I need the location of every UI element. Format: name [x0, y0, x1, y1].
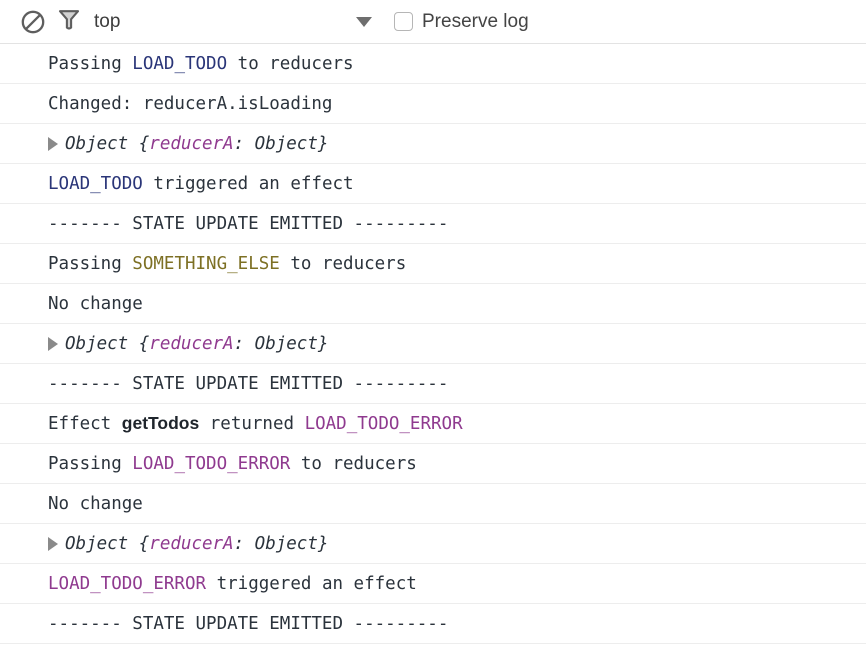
preserve-log-checkbox[interactable]	[394, 12, 413, 31]
clear-console-button[interactable]	[14, 3, 52, 41]
console-object-row[interactable]: Object {reducerA: Object}	[0, 324, 866, 364]
console-log-row: Passing LOAD_TODO to reducers	[0, 44, 866, 84]
log-token: ------- STATE UPDATE EMITTED ---------	[48, 613, 449, 634]
log-token: Passing	[48, 453, 133, 474]
log-token: SOMETHING_ELSE	[132, 253, 280, 274]
log-token: LOAD_TODO_ERROR	[304, 413, 463, 434]
log-token: returned	[199, 413, 305, 434]
disclosure-triangle-icon[interactable]	[48, 536, 58, 551]
preserve-log-toggle[interactable]: Preserve log	[394, 11, 529, 33]
console-log-list: Passing LOAD_TODO to reducers Changed: re…	[0, 44, 866, 644]
preserve-log-label: Preserve log	[422, 10, 529, 32]
console-log-row: No change	[0, 284, 866, 324]
console-log-row: LOAD_TODO_ERROR triggered an effect	[0, 564, 866, 604]
log-token: getTodos	[121, 413, 200, 433]
log-token: : Object}	[233, 133, 329, 154]
console-log-row: ------- STATE UPDATE EMITTED ---------	[0, 604, 866, 644]
log-token: LOAD_TODO	[132, 53, 228, 74]
log-token: ------- STATE UPDATE EMITTED ---------	[48, 213, 449, 234]
log-token: ------- STATE UPDATE EMITTED ---------	[48, 373, 449, 394]
log-token: Passing	[48, 53, 133, 74]
console-log-row: Passing SOMETHING_ELSE to reducers	[0, 244, 866, 284]
console-log-row: ------- STATE UPDATE EMITTED ---------	[0, 364, 866, 404]
log-token: reducerA	[149, 133, 234, 154]
log-token: reducerA	[149, 333, 234, 354]
console-log-row: LOAD_TODO triggered an effect	[0, 164, 866, 204]
log-token: LOAD_TODO_ERROR	[132, 453, 291, 474]
log-token: to reducers	[290, 453, 417, 474]
context-selector[interactable]: top	[94, 7, 378, 37]
chevron-down-icon	[356, 16, 372, 27]
log-token: Effect	[48, 413, 122, 434]
log-token: reducerA	[149, 533, 234, 554]
console-log-row: No change	[0, 484, 866, 524]
filter-button[interactable]	[56, 6, 82, 37]
context-selector-value: top	[94, 11, 121, 32]
disclosure-triangle-icon[interactable]	[48, 336, 58, 351]
log-token: to reducers	[227, 53, 354, 74]
log-token: to reducers	[279, 253, 407, 274]
console-object-row[interactable]: Object {reducerA: Object}	[0, 124, 866, 164]
log-token: : Object}	[233, 333, 329, 354]
log-token: Object {	[65, 133, 150, 154]
log-token: Object {	[65, 533, 150, 554]
log-token: Passing	[48, 253, 133, 274]
log-token: triggered an effect	[142, 173, 354, 194]
log-token: triggered an effect	[206, 573, 417, 594]
log-token: No change	[48, 293, 143, 314]
ban-circle-icon	[20, 9, 46, 35]
console-log-row: Changed: reducerA.isLoading	[0, 84, 866, 124]
filter-funnel-icon	[56, 6, 82, 37]
log-token: LOAD_TODO	[48, 173, 143, 194]
log-token: Object {	[65, 333, 150, 354]
log-token: LOAD_TODO_ERROR	[48, 573, 207, 594]
console-object-row[interactable]: Object {reducerA: Object}	[0, 524, 866, 564]
log-token: No change	[48, 493, 143, 514]
log-token: : Object}	[233, 533, 329, 554]
console-log-row: Passing LOAD_TODO_ERROR to reducers	[0, 444, 866, 484]
console-log-row: Effect getTodos returned LOAD_TODO_ERROR	[0, 404, 866, 444]
console-toolbar: top Preserve log	[0, 0, 866, 44]
console-log-row: ------- STATE UPDATE EMITTED ---------	[0, 204, 866, 244]
disclosure-triangle-icon[interactable]	[48, 136, 58, 151]
log-token: Changed: reducerA.isLoading	[48, 93, 333, 114]
